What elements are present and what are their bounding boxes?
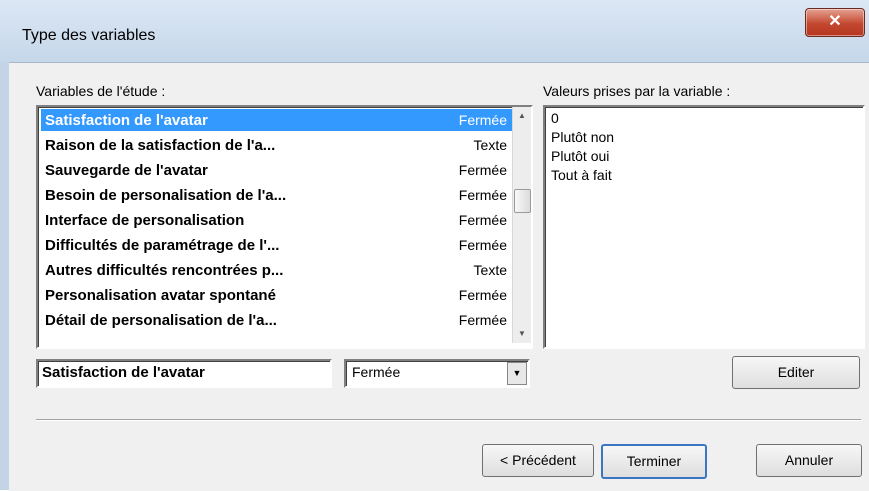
title-bar[interactable]: Type des variables ✕: [0, 0, 869, 62]
variable-name: Raison de la satisfaction de l'a...: [45, 137, 276, 154]
scroll-up-icon[interactable]: ▲: [513, 107, 531, 125]
variable-type-select-value: Fermée: [352, 364, 401, 380]
vertical-scrollbar[interactable]: ▲ ▼: [512, 107, 531, 343]
scroll-down-icon[interactable]: ▼: [513, 325, 531, 343]
variable-name-field[interactable]: Satisfaction de l'avatar: [36, 359, 332, 388]
variable-name: Difficultés de paramétrage de l'...: [45, 237, 280, 254]
variable-type: Texte: [473, 137, 507, 153]
edit-button[interactable]: Editer: [732, 356, 860, 389]
list-item[interactable]: Besoin de personalisation de l'a... Ferm…: [41, 184, 513, 206]
variable-name: Personalisation avatar spontané: [45, 287, 276, 304]
previous-button[interactable]: < Précédent: [482, 444, 594, 477]
list-item[interactable]: Satisfaction de l'avatar Fermée: [41, 109, 513, 131]
values-list[interactable]: 0 Plutôt non Plutôt oui Tout à fait: [543, 105, 865, 349]
variables-label: Variables de l'étude :: [36, 83, 166, 99]
variable-name-field-value: Satisfaction de l'avatar: [42, 364, 205, 381]
variable-type: Texte: [473, 262, 507, 278]
dialog-body: Variables de l'étude : Valeurs prises pa…: [9, 62, 869, 491]
variable-type: Fermée: [458, 287, 507, 303]
variable-name: Sauvegarde de l'avatar: [45, 162, 208, 179]
list-item[interactable]: Autres difficultés rencontrées p... Text…: [41, 259, 513, 281]
values-label: Valeurs prises par la variable :: [543, 83, 731, 99]
close-button[interactable]: ✕: [805, 8, 865, 37]
cancel-button[interactable]: Annuler: [756, 444, 862, 477]
list-item[interactable]: Difficultés de paramétrage de l'... Ferm…: [41, 234, 513, 256]
variables-list[interactable]: Satisfaction de l'avatar Fermée Raison d…: [36, 105, 533, 349]
list-item[interactable]: Tout à fait: [551, 167, 612, 183]
variable-type: Fermée: [458, 212, 507, 228]
variable-name: Interface de personalisation: [45, 212, 245, 229]
list-item[interactable]: Sauvegarde de l'avatar Fermée: [41, 159, 513, 181]
variable-type: Fermée: [458, 187, 507, 203]
list-item[interactable]: Personalisation avatar spontané Fermée: [41, 284, 513, 306]
variable-name: Autres difficultés rencontrées p...: [45, 262, 284, 279]
list-item[interactable]: Raison de la satisfaction de l'a... Text…: [41, 134, 513, 156]
list-item[interactable]: 0: [551, 110, 559, 126]
variable-type-select[interactable]: Fermée ▼: [344, 359, 530, 388]
variable-type: Fermée: [458, 237, 507, 253]
variable-type: Fermée: [458, 312, 507, 328]
variable-type: Fermée: [458, 162, 507, 178]
list-item[interactable]: Détail de personalisation de l'a... Ferm…: [41, 309, 513, 331]
list-item[interactable]: Plutôt oui: [551, 148, 609, 164]
dialog-window: Type des variables ✕ Variables de l'étud…: [0, 0, 869, 491]
variable-name: Besoin de personalisation de l'a...: [45, 187, 287, 204]
separator: [36, 419, 861, 421]
scroll-thumb[interactable]: [514, 189, 531, 213]
window-title: Type des variables: [22, 27, 156, 44]
variable-name: Satisfaction de l'avatar: [45, 112, 208, 129]
variable-type: Fermée: [458, 112, 507, 128]
list-item[interactable]: Plutôt non: [551, 129, 614, 145]
chevron-down-icon[interactable]: ▼: [507, 362, 527, 385]
close-icon: ✕: [828, 13, 842, 30]
list-item[interactable]: Interface de personalisation Fermée: [41, 209, 513, 231]
variable-name: Détail de personalisation de l'a...: [45, 312, 277, 329]
finish-button[interactable]: Terminer: [601, 444, 707, 479]
